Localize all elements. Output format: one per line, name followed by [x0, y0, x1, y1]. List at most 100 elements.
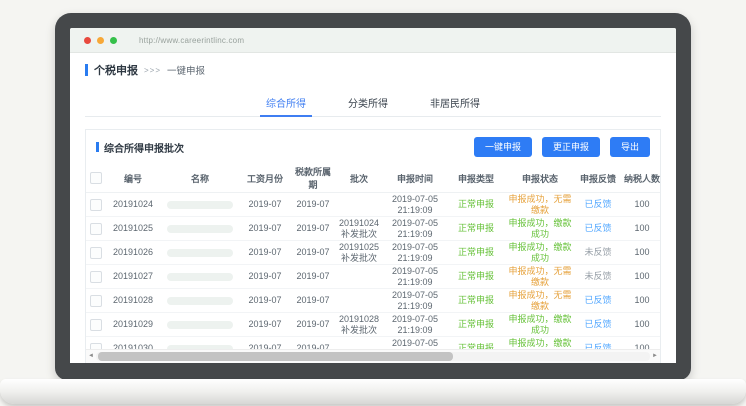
cell-tax-period: 2019-07 [290, 265, 336, 289]
panel-title: 综合所得申报批次 [96, 140, 184, 155]
column-header-declare_type: 申报类型 [448, 164, 504, 193]
cell-declare-type: 正常申报 [448, 217, 504, 241]
address-bar[interactable]: http://www.careerintlinc.com [139, 36, 244, 45]
select-all-checkbox[interactable] [90, 172, 102, 184]
column-header-taxpayer_count: 纳税人数 [620, 164, 660, 193]
row-checkbox[interactable] [90, 271, 102, 283]
scroll-left-arrow[interactable]: ◄ [86, 350, 96, 363]
cell-feedback: 未反馈 [576, 265, 620, 289]
cell-id: 20191025 [106, 217, 160, 241]
table-row: 201910252019-072019-0720191024 补发批次2019-… [86, 217, 660, 241]
cell-taxpayer-count: 100 [620, 289, 660, 313]
cell-salary-month: 2019-07 [240, 265, 290, 289]
tab-classified-income[interactable]: 分类所得 [334, 86, 402, 116]
cell-declare-status: 申报成功，无需缴款 [504, 193, 576, 217]
cell-feedback: 已反馈 [576, 193, 620, 217]
cell-declare-type: 正常申报 [448, 265, 504, 289]
cell-batch [336, 289, 382, 313]
cell-name [160, 313, 240, 337]
breadcrumb-separator: >>> [144, 66, 161, 75]
export-button[interactable]: 导出 [610, 137, 650, 157]
row-checkbox[interactable] [90, 223, 102, 235]
maximize-window-button[interactable] [110, 37, 117, 44]
cell-declare-time: 2019-07-05 21:19:09 [382, 337, 448, 351]
redacted-name-placeholder [167, 297, 233, 305]
row-select-cell [86, 313, 106, 337]
browser-chrome-bar: http://www.careerintlinc.com [70, 28, 676, 53]
cell-tax-period: 2019-07 [290, 193, 336, 217]
tab-comprehensive-income[interactable]: 综合所得 [252, 86, 320, 116]
column-header-declare_time: 申报时间 [382, 164, 448, 193]
cell-id: 20191030 [106, 337, 160, 351]
cell-declare-status: 申报成功，缴款成功 [504, 337, 576, 351]
cell-tax-period: 2019-07 [290, 337, 336, 351]
minimize-window-button[interactable] [97, 37, 104, 44]
row-select-cell [86, 265, 106, 289]
table-row: 201910292019-072019-0720191028 补发批次2019-… [86, 313, 660, 337]
row-select-cell [86, 289, 106, 313]
cell-name [160, 241, 240, 265]
row-checkbox[interactable] [90, 295, 102, 307]
close-window-button[interactable] [84, 37, 91, 44]
column-header-salary_month: 工资月份 [240, 164, 290, 193]
cell-name [160, 265, 240, 289]
column-header-select [86, 164, 106, 193]
column-header-feedback: 申报反馈 [576, 164, 620, 193]
redacted-name-placeholder [167, 225, 233, 233]
cell-feedback: 已反馈 [576, 289, 620, 313]
column-header-batch: 批次 [336, 164, 382, 193]
scrollbar-track[interactable] [96, 352, 650, 361]
correct-declare-button[interactable]: 更正申报 [542, 137, 600, 157]
breadcrumb: 个税申报 >>> 一键申报 [85, 62, 205, 78]
cell-name [160, 217, 240, 241]
window-controls [84, 37, 117, 44]
cell-tax-period: 2019-07 [290, 241, 336, 265]
cell-name [160, 193, 240, 217]
laptop-base [0, 379, 746, 404]
row-checkbox[interactable] [90, 247, 102, 259]
redacted-name-placeholder [167, 201, 233, 209]
row-checkbox[interactable] [90, 319, 102, 331]
cell-feedback: 已反馈 [576, 337, 620, 351]
cell-id: 20191024 [106, 193, 160, 217]
cell-feedback: 已反馈 [576, 217, 620, 241]
cell-tax-period: 2019-07 [290, 313, 336, 337]
cell-declare-type: 正常申报 [448, 241, 504, 265]
redacted-name-placeholder [167, 249, 233, 257]
batch-table-container: 编号名称工资月份税款所属期批次申报时间申报类型申报状态申报反馈纳税人数 2019… [86, 164, 660, 350]
redacted-name-placeholder [167, 273, 233, 281]
row-select-cell [86, 217, 106, 241]
cell-salary-month: 2019-07 [240, 193, 290, 217]
cell-id: 20191026 [106, 241, 160, 265]
cell-id: 20191028 [106, 289, 160, 313]
panel-action-buttons: 一键申报 更正申报 导出 [474, 137, 650, 157]
cell-salary-month: 2019-07 [240, 313, 290, 337]
table-row: 201910302019-072019-072019-07-05 21:19:0… [86, 337, 660, 351]
cell-batch: 20191024 补发批次 [336, 217, 382, 241]
scrollbar-thumb[interactable] [98, 352, 453, 361]
cell-tax-period: 2019-07 [290, 217, 336, 241]
cell-salary-month: 2019-07 [240, 217, 290, 241]
column-header-id: 编号 [106, 164, 160, 193]
horizontal-scrollbar[interactable]: ◄ ► [86, 349, 660, 363]
cell-declare-time: 2019-07-05 21:19:09 [382, 289, 448, 313]
cell-declare-status: 申报成功，缴款成功 [504, 313, 576, 337]
cell-batch [336, 265, 382, 289]
income-type-tabs: 综合所得 分类所得 非居民所得 [85, 86, 661, 117]
cell-feedback: 已反馈 [576, 313, 620, 337]
cell-taxpayer-count: 100 [620, 313, 660, 337]
tab-nonresident-income[interactable]: 非居民所得 [416, 86, 494, 116]
cell-declare-type: 正常申报 [448, 337, 504, 351]
cell-declare-time: 2019-07-05 21:19:09 [382, 313, 448, 337]
cell-declare-time: 2019-07-05 21:19:09 [382, 193, 448, 217]
breadcrumb-module-title: 个税申报 [94, 62, 138, 78]
cell-id: 20191027 [106, 265, 160, 289]
declare-batch-panel: 综合所得申报批次 一键申报 更正申报 导出 编号名称工资月份税款所属期批次申报时… [85, 129, 661, 363]
column-header-declare_status: 申报状态 [504, 164, 576, 193]
cell-taxpayer-count: 100 [620, 337, 660, 351]
scroll-right-arrow[interactable]: ► [650, 350, 660, 363]
one-click-declare-button[interactable]: 一键申报 [474, 137, 532, 157]
cell-batch [336, 193, 382, 217]
cell-batch: 20191028 补发批次 [336, 313, 382, 337]
row-checkbox[interactable] [90, 199, 102, 211]
